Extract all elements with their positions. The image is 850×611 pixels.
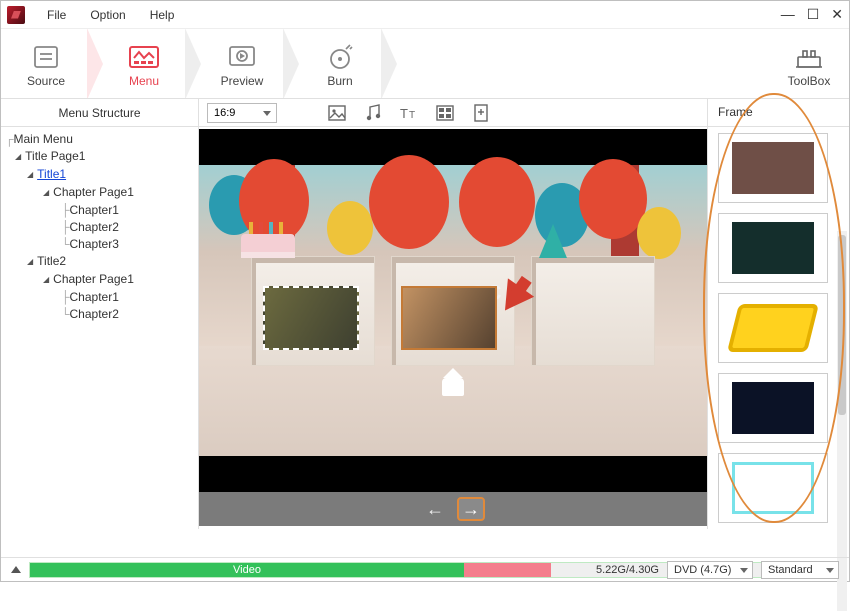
frame-scrollbar[interactable] xyxy=(837,231,847,611)
home-button-overlay[interactable] xyxy=(442,378,464,396)
source-icon xyxy=(1,40,91,74)
expand-toggle-icon[interactable] xyxy=(11,566,21,573)
tree-main-menu[interactable]: ┌Main Menu xyxy=(5,131,194,148)
tree-chapter1-a[interactable]: ├Chapter1 xyxy=(61,202,194,219)
frame-item-5[interactable] xyxy=(718,453,828,523)
step-preview[interactable]: Preview xyxy=(197,40,287,88)
tree-chapter2-a[interactable]: ├Chapter2 xyxy=(61,219,194,236)
step-tabs: Source Menu Preview Burn ToolBox xyxy=(1,29,849,99)
close-button[interactable]: ✕ xyxy=(831,6,843,23)
music-tool-icon[interactable] xyxy=(361,102,385,124)
aspect-ratio-select[interactable]: 16:9 xyxy=(207,103,277,123)
burn-icon xyxy=(295,40,385,74)
preview-panel: 16:9 TT xyxy=(199,99,707,529)
frame-header: Frame xyxy=(708,99,849,127)
minimize-button[interactable]: — xyxy=(781,6,795,23)
chapter-thumbnail-2[interactable] xyxy=(401,286,497,350)
text-tool-icon[interactable]: TT xyxy=(397,102,421,124)
menu-help[interactable]: Help xyxy=(138,8,187,22)
main-area: Menu Structure ┌Main Menu Title Page1 Ti… xyxy=(1,99,849,529)
tree-title2[interactable]: Title2 xyxy=(27,253,194,271)
menu-option[interactable]: Option xyxy=(78,8,137,22)
step-menu-label: Menu xyxy=(99,74,189,88)
menu-structure-tree[interactable]: ┌Main Menu Title Page1 Title1 Chapter Pa… xyxy=(1,127,198,327)
frame-list[interactable] xyxy=(708,127,849,529)
preview-icon xyxy=(197,40,287,74)
step-burn-label: Burn xyxy=(295,74,385,88)
frame-item-3[interactable] xyxy=(718,293,828,363)
frame-item-4[interactable] xyxy=(718,373,828,443)
tree-chapter3-a[interactable]: └Chapter3 xyxy=(61,236,194,253)
capacity-overflow xyxy=(464,563,551,577)
chapter-tool-icon[interactable] xyxy=(433,102,457,124)
menu-canvas[interactable]: MY DISC xyxy=(199,129,707,492)
window-controls: — ☐ ✕ xyxy=(781,6,843,23)
menu-icon xyxy=(99,40,189,74)
tree-title1[interactable]: Title1 xyxy=(27,166,194,184)
frame-item-1[interactable] xyxy=(718,133,828,203)
toolbox-button[interactable]: ToolBox xyxy=(769,40,849,88)
app-icon xyxy=(7,6,25,24)
tree-panel: Menu Structure ┌Main Menu Title Page1 Ti… xyxy=(1,99,199,529)
cake-decoration xyxy=(241,234,295,258)
frame-panel: Frame xyxy=(707,99,849,529)
quality-select[interactable]: Standard xyxy=(761,561,839,579)
canvas-wrap: MY DISC ← → xyxy=(199,127,707,529)
capacity-used-video: Video xyxy=(30,563,464,577)
tree-chapter-page1-a[interactable]: Chapter Page1 xyxy=(43,184,194,202)
chapter-thumbnail-1[interactable] xyxy=(263,286,359,350)
next-page-button[interactable]: → xyxy=(457,497,485,521)
prev-page-button[interactable]: ← xyxy=(421,497,449,521)
preview-toolbar: 16:9 TT xyxy=(199,99,707,127)
toolbox-icon xyxy=(769,40,849,74)
letterbox-bottom xyxy=(199,456,707,492)
step-source[interactable]: Source xyxy=(1,40,91,88)
capacity-size-text: 5.22G/4.30G xyxy=(596,564,659,576)
step-menu[interactable]: Menu xyxy=(99,40,189,88)
step-preview-label: Preview xyxy=(197,74,287,88)
svg-text:T: T xyxy=(409,110,415,121)
tree-title-page1[interactable]: Title Page1 xyxy=(15,148,194,166)
step-burn[interactable]: Burn xyxy=(295,40,385,88)
disc-type-select[interactable]: DVD (4.7G) xyxy=(667,561,753,579)
maximize-button[interactable]: ☐ xyxy=(807,6,820,23)
tree-chapter-page1-b[interactable]: Chapter Page1 xyxy=(43,271,194,289)
scene: MY DISC xyxy=(199,165,707,456)
image-tool-icon[interactable] xyxy=(325,102,349,124)
status-bar: Video 5.22G/4.30G DVD (4.7G) Standard xyxy=(1,557,849,581)
save-template-icon[interactable] xyxy=(469,102,493,124)
toolbox-label: ToolBox xyxy=(769,74,849,88)
tree-chapter1-b[interactable]: ├Chapter1 xyxy=(61,289,194,306)
party-hat-decoration xyxy=(539,224,567,258)
frame-item-2[interactable] xyxy=(718,213,828,283)
menu-file[interactable]: File xyxy=(35,8,78,22)
tree-header: Menu Structure xyxy=(1,99,198,127)
step-source-label: Source xyxy=(1,74,91,88)
tree-chapter2-b[interactable]: └Chapter2 xyxy=(61,306,194,323)
page-nav-strip: ← → xyxy=(199,492,707,526)
menu-bar: File Option Help — ☐ ✕ xyxy=(1,1,849,29)
svg-text:T: T xyxy=(400,106,408,121)
